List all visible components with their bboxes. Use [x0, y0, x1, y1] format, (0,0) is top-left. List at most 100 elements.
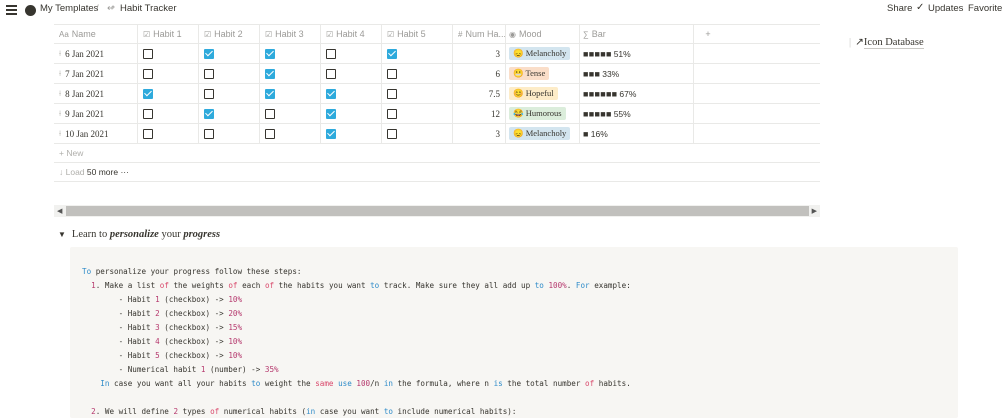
habit-1-cell[interactable] — [138, 124, 199, 143]
row-name-cell[interactable]: ⟊ 9 Jan 2021 — [54, 104, 138, 123]
habit-1-checkbox[interactable] — [143, 108, 153, 119]
habit-3-checkbox[interactable] — [265, 48, 275, 59]
add-column-button[interactable]: + — [694, 25, 722, 43]
column-habit-3[interactable]: ☑ Habit 3 — [260, 25, 321, 43]
habit-5-checkbox[interactable] — [387, 88, 397, 99]
habit-2-cell[interactable] — [199, 124, 260, 143]
habit-3-checkbox[interactable] — [265, 68, 275, 79]
habit-1-checkbox[interactable] — [143, 68, 153, 79]
habit-1-cell[interactable] — [138, 104, 199, 123]
bar-cell[interactable]: ■■■■■ 55% — [580, 104, 694, 123]
new-row-button[interactable]: + New — [54, 144, 820, 163]
bar-cell[interactable]: ■■■ 33% — [580, 64, 694, 83]
habit-5-checkbox[interactable] — [387, 48, 397, 59]
habit-2-cell[interactable] — [199, 84, 260, 103]
column-name[interactable]: Aa Name — [54, 25, 138, 43]
row-name-cell[interactable]: ⟊ 10 Jan 2021 — [54, 124, 138, 143]
habit-4-cell[interactable] — [321, 64, 382, 83]
num-habit-cell[interactable]: 7.5 — [453, 84, 506, 103]
habit-5-cell[interactable] — [382, 64, 453, 83]
habit-2-checkbox[interactable] — [204, 108, 214, 119]
horizontal-scrollbar[interactable]: ◀ ▶ — [54, 205, 820, 217]
habit-5-checkbox[interactable] — [387, 108, 397, 119]
habit-5-checkbox[interactable] — [387, 128, 397, 139]
habit-3-checkbox[interactable] — [265, 108, 275, 119]
habit-2-checkbox[interactable] — [204, 88, 214, 99]
favorite-button[interactable]: Favorite — [968, 3, 1002, 14]
habit-4-checkbox[interactable] — [326, 48, 336, 59]
habit-1-checkbox[interactable] — [143, 48, 153, 59]
scroll-left-arrow-icon[interactable]: ◀ — [57, 207, 62, 215]
table-row[interactable]: ⟊ 7 Jan 2021 6 😬 Tense ■■■ 33% — [54, 64, 820, 84]
mood-cell[interactable]: 😂 Humorous — [506, 104, 580, 123]
habit-3-checkbox[interactable] — [265, 88, 275, 99]
mood-cell[interactable]: 😞 Melancholy — [506, 124, 580, 143]
habit-5-cell[interactable] — [382, 84, 453, 103]
habit-4-checkbox[interactable] — [326, 128, 336, 139]
num-habit-cell[interactable]: 12 — [453, 104, 506, 123]
habit-3-cell[interactable] — [260, 84, 321, 103]
habit-5-cell[interactable] — [382, 104, 453, 123]
num-habit-cell[interactable]: 3 — [453, 44, 506, 63]
row-name[interactable]: 7 Jan 2021 — [65, 69, 104, 79]
menu-icon[interactable] — [6, 5, 17, 15]
icon-database-link[interactable]: | ↗Icon Database — [849, 36, 924, 49]
bar-cell[interactable]: ■■■■■ 51% — [580, 44, 694, 63]
num-habit-cell[interactable]: 3 — [453, 124, 506, 143]
habit-2-cell[interactable] — [199, 64, 260, 83]
habit-2-checkbox[interactable] — [204, 48, 214, 59]
toggle-triangle-icon[interactable]: ▼ — [58, 230, 66, 239]
habit-4-cell[interactable] — [321, 84, 382, 103]
mood-cell[interactable]: 😞 Melancholy — [506, 44, 580, 63]
habit-4-checkbox[interactable] — [326, 108, 336, 119]
habit-1-cell[interactable] — [138, 84, 199, 103]
habit-3-checkbox[interactable] — [265, 128, 275, 139]
column-num-habit[interactable]: # Num Ha... — [453, 25, 506, 43]
column-habit-1[interactable]: ☑ Habit 1 — [138, 25, 199, 43]
scroll-right-arrow-icon[interactable]: ▶ — [812, 207, 817, 215]
column-habit-5[interactable]: ☑ Habit 5 — [382, 25, 453, 43]
habit-3-cell[interactable] — [260, 104, 321, 123]
bar-cell[interactable]: ■■■■■■ 67% — [580, 84, 694, 103]
row-name-cell[interactable]: ⟊ 7 Jan 2021 — [54, 64, 138, 83]
toggle-personalize[interactable]: ▼ Learn to personalize your progress — [58, 229, 220, 240]
row-name-cell[interactable]: ⟊ 8 Jan 2021 — [54, 84, 138, 103]
column-habit-4[interactable]: ☑ Habit 4 — [321, 25, 382, 43]
breadcrumb-my-templates[interactable]: My Templates — [40, 3, 98, 14]
mood-cell[interactable]: 😬 Tense — [506, 64, 580, 83]
row-name[interactable]: 8 Jan 2021 — [65, 89, 104, 99]
table-row[interactable]: ⟊ 8 Jan 2021 7.5 😊 Hopeful ■■■■■■ 67% — [54, 84, 820, 104]
row-name-cell[interactable]: ⟊ 6 Jan 2021 — [54, 44, 138, 63]
habit-5-cell[interactable] — [382, 124, 453, 143]
habit-5-checkbox[interactable] — [387, 68, 397, 79]
habit-1-cell[interactable] — [138, 64, 199, 83]
column-bar[interactable]: ∑ Bar — [580, 25, 694, 43]
load-more-button[interactable]: ↓ Load 50 more ··· — [54, 163, 820, 182]
updates-button[interactable]: Updates — [928, 3, 963, 14]
column-mood[interactable]: ◉ Mood — [506, 25, 580, 43]
habit-3-cell[interactable] — [260, 44, 321, 63]
row-name[interactable]: 9 Jan 2021 — [65, 109, 104, 119]
habit-1-checkbox[interactable] — [143, 128, 153, 139]
habit-1-cell[interactable] — [138, 44, 199, 63]
habit-2-cell[interactable] — [199, 44, 260, 63]
habit-1-checkbox[interactable] — [143, 88, 153, 99]
breadcrumb-habit-tracker[interactable]: Habit Tracker — [120, 3, 177, 14]
habit-4-cell[interactable] — [321, 44, 382, 63]
more-options-icon[interactable]: ··· — [120, 167, 129, 177]
table-row[interactable]: ⟊ 10 Jan 2021 3 😞 Melancholy ■ 16% — [54, 124, 820, 144]
table-row[interactable]: ⟊ 9 Jan 2021 12 😂 Humorous ■■■■■ 55% — [54, 104, 820, 124]
num-habit-cell[interactable]: 6 — [453, 64, 506, 83]
scrollbar-thumb[interactable] — [66, 206, 809, 216]
habit-3-cell[interactable] — [260, 124, 321, 143]
bar-cell[interactable]: ■ 16% — [580, 124, 694, 143]
habit-2-checkbox[interactable] — [204, 68, 214, 79]
table-row[interactable]: ⟊ 6 Jan 2021 3 😞 Melancholy ■■■■■ 51% — [54, 44, 820, 64]
habit-2-checkbox[interactable] — [204, 128, 214, 139]
habit-4-checkbox[interactable] — [326, 68, 336, 79]
column-habit-2[interactable]: ☑ Habit 2 — [199, 25, 260, 43]
habit-4-cell[interactable] — [321, 104, 382, 123]
mood-cell[interactable]: 😊 Hopeful — [506, 84, 580, 103]
habit-5-cell[interactable] — [382, 44, 453, 63]
row-name[interactable]: 6 Jan 2021 — [65, 49, 104, 59]
